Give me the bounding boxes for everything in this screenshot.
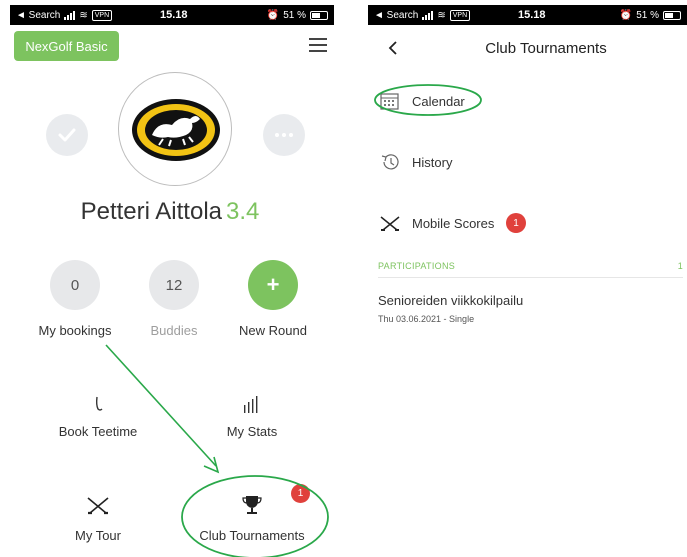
participation-meta: Thu 03.06.2021 - Single	[378, 314, 475, 324]
handicap-value: 3.4	[226, 198, 260, 225]
clock: 15.18	[518, 9, 546, 21]
buddies-label[interactable]: Buddies	[119, 323, 229, 338]
battery-percent: 51 %	[283, 9, 306, 21]
participations-count: 1	[677, 261, 683, 271]
trophy-icon[interactable]	[232, 494, 272, 516]
history-label: History	[412, 154, 453, 170]
calendar-icon	[380, 93, 399, 110]
club-logo	[118, 72, 232, 186]
alarm-icon: ⏰	[266, 9, 280, 21]
menu-item-calendar[interactable]: Calendar	[378, 88, 678, 114]
back-to-search-link[interactable]: ◄ Search	[374, 10, 418, 21]
signal-icon	[422, 10, 434, 20]
club-tournaments-screen: ◄ Search ≋ VPN 15.18 ⏰ 51 % Club Tournam…	[366, 0, 687, 557]
crossed-clubs-icon	[380, 216, 400, 231]
divider	[378, 277, 683, 278]
battery-icon	[663, 10, 681, 20]
vpn-indicator: VPN	[449, 9, 471, 21]
new-round-label[interactable]: New Round	[218, 323, 328, 338]
home-screen: ◄ Search ≋ VPN 15.18 ⏰ 51 % NexGolf Basi…	[0, 0, 340, 557]
plan-badge[interactable]: NexGolf Basic	[14, 31, 119, 61]
wifi-icon: ≋	[79, 9, 88, 21]
status-bar: ◄ Search ≋ VPN 15.18 ⏰ 51 %	[368, 5, 687, 25]
bookings-count[interactable]: 0	[50, 260, 100, 310]
mobile-scores-notification-badge: 1	[506, 213, 526, 233]
status-bar: ◄ Search ≋ VPN 15.18 ⏰ 51 %	[10, 5, 334, 25]
signal-icon	[64, 10, 76, 20]
battery-percent: 51 %	[636, 9, 659, 21]
my-tour-button[interactable]: My Tour	[28, 528, 168, 543]
page-title: Club Tournaments	[485, 40, 607, 57]
vpn-indicator: VPN	[91, 9, 113, 21]
hamburger-menu-icon[interactable]	[309, 38, 327, 52]
more-options-chat-icon[interactable]	[263, 114, 305, 156]
user-name: Petteri Aittola 3.4	[80, 198, 260, 225]
my-bookings-label[interactable]: My bookings	[20, 323, 130, 338]
back-to-search-link[interactable]: ◄ Search	[16, 10, 60, 21]
history-icon	[381, 154, 399, 170]
wifi-icon: ≋	[437, 9, 446, 21]
club-tournaments-notification-badge: 1	[291, 484, 310, 503]
buddies-count[interactable]: 12	[149, 260, 199, 310]
calendar-label: Calendar	[412, 93, 465, 109]
battery-icon	[310, 10, 328, 20]
mobile-scores-label: Mobile Scores	[412, 215, 495, 231]
menu-item-mobile-scores[interactable]: Mobile Scores	[378, 210, 678, 236]
crossed-clubs-icon[interactable]	[78, 495, 118, 517]
stats-bars-icon[interactable]	[232, 393, 272, 415]
checkmark-chat-icon[interactable]	[46, 114, 88, 156]
tee-icon[interactable]	[77, 393, 117, 415]
annotation-overlay	[374, 84, 482, 116]
participations-header: PARTICIPATIONS 1	[378, 261, 683, 271]
alarm-icon: ⏰	[619, 9, 633, 21]
menu-item-history[interactable]: History	[378, 149, 678, 175]
new-round-button[interactable]: +	[248, 260, 298, 310]
participation-name[interactable]: Senioreiden viikkokilpailu	[378, 293, 523, 308]
clock: 15.18	[160, 9, 188, 21]
my-stats-button[interactable]: My Stats	[182, 424, 322, 439]
back-chevron-icon[interactable]	[386, 40, 400, 56]
club-tournaments-button[interactable]: Club Tournaments	[182, 528, 322, 543]
book-teetime-button[interactable]: Book Teetime	[28, 424, 168, 439]
